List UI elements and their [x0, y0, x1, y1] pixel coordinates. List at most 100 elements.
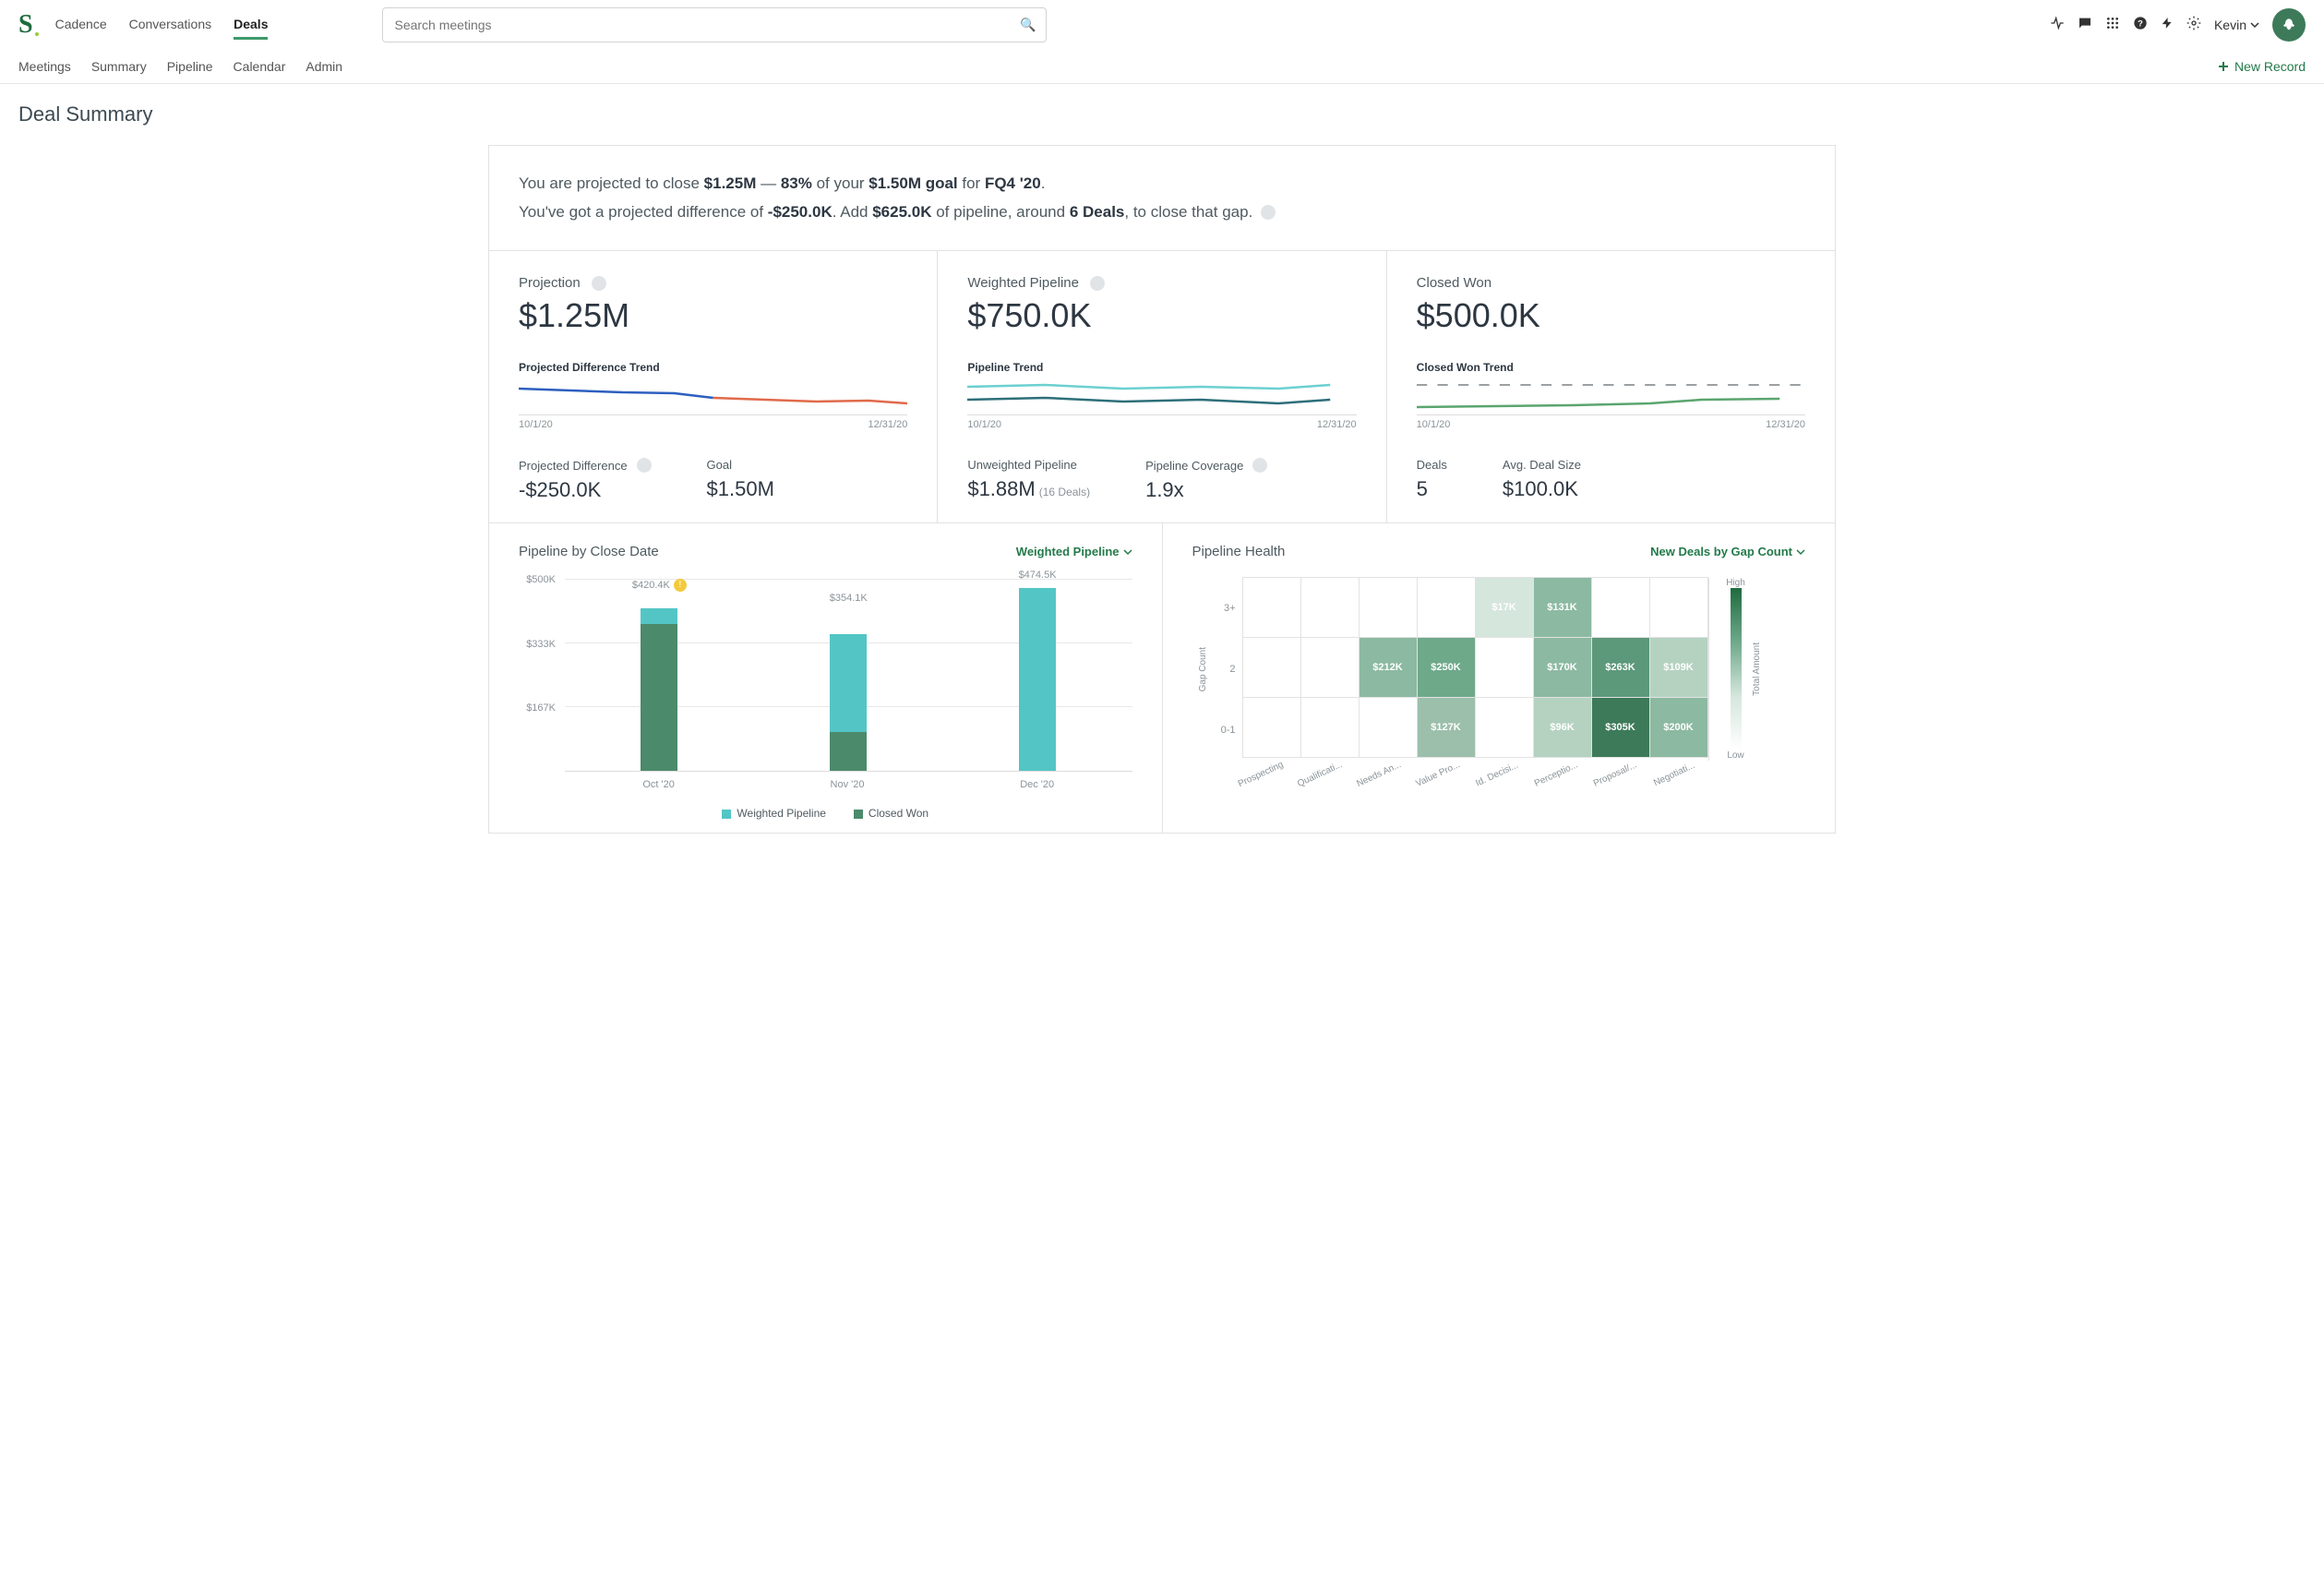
heat-cell[interactable]: $127K — [1417, 697, 1476, 758]
subnav: Meetings Summary Pipeline Calendar Admin… — [0, 50, 2324, 84]
warning-icon[interactable]: ! — [674, 579, 687, 592]
sub-metric: Projected Difference -$250.0K — [519, 458, 652, 502]
top-tabs: Cadence Conversations Deals — [55, 11, 269, 40]
card-value: $1.25M — [519, 296, 907, 335]
heat-cell[interactable]: $263K — [1591, 637, 1650, 698]
heat-cell[interactable] — [1300, 577, 1360, 638]
panel-title: Pipeline Health — [1192, 544, 1286, 559]
rocket-icon — [2282, 18, 2296, 32]
help-icon[interactable]: ? — [2133, 16, 2148, 35]
sub-label: Projected Difference — [519, 458, 652, 473]
chat-icon[interactable] — [2078, 16, 2092, 35]
new-record-button[interactable]: New Record — [2218, 59, 2306, 74]
bar-weighted — [830, 634, 867, 732]
bar-closed — [830, 732, 867, 771]
heat-cell[interactable]: $212K — [1359, 637, 1418, 698]
heat-cell[interactable] — [1242, 697, 1301, 758]
panel-pipeline-close: Pipeline by Close Date Weighted Pipeline… — [489, 523, 1163, 833]
page: Deal Summary You are projected to close … — [0, 84, 2324, 870]
page-title: Deal Summary — [18, 102, 2306, 126]
subnav-calendar[interactable]: Calendar — [234, 59, 286, 74]
trend-label: Closed Won Trend — [1417, 361, 1805, 374]
subnav-pipeline[interactable]: Pipeline — [167, 59, 213, 74]
info-icon[interactable] — [1261, 205, 1276, 220]
heat-cell[interactable] — [1475, 637, 1534, 698]
subnav-admin[interactable]: Admin — [305, 59, 342, 74]
info-icon[interactable] — [1090, 276, 1105, 291]
sub-label: Unweighted Pipeline — [967, 458, 1090, 472]
heat-cell[interactable] — [1359, 697, 1418, 758]
card-label: Projection — [519, 275, 907, 291]
bar-closed — [641, 624, 677, 771]
heat-cell[interactable]: $17K — [1475, 577, 1534, 638]
chevron-down-icon — [2250, 20, 2259, 30]
metric-card: Weighted Pipeline $750.0K Pipeline Trend… — [938, 251, 1386, 522]
heat-cell[interactable] — [1242, 577, 1301, 638]
heat-cell[interactable]: $170K — [1533, 637, 1592, 698]
user-menu[interactable]: Kevin — [2214, 18, 2259, 32]
logo[interactable]: S — [18, 10, 33, 40]
heat-cell[interactable] — [1649, 577, 1708, 638]
bar-weighted — [1019, 588, 1056, 771]
bar-chart: $167K $333K $500K $420.4K ! $354.1K — [519, 578, 1132, 799]
bar-column[interactable]: $354.1K — [821, 578, 876, 771]
search-icon[interactable]: 🔍 — [1020, 18, 1036, 33]
search-box: 🔍 — [382, 7, 1047, 42]
info-icon[interactable] — [592, 276, 606, 291]
weighted-pipeline-dropdown[interactable]: Weighted Pipeline — [1016, 545, 1132, 558]
heat-cell[interactable]: $109K — [1649, 637, 1708, 698]
heat-cell[interactable]: $250K — [1417, 637, 1476, 698]
heat-cell[interactable]: $200K — [1649, 697, 1708, 758]
activity-icon[interactable] — [2050, 16, 2065, 35]
sub-metric: Deals 5 — [1417, 458, 1447, 501]
sub-metric: Goal $1.50M — [707, 458, 774, 502]
metric-cards-row: Projection $1.25M Projected Difference T… — [489, 251, 1835, 523]
subnav-summary[interactable]: Summary — [91, 59, 147, 74]
search-input[interactable] — [382, 7, 1047, 42]
tab-deals[interactable]: Deals — [234, 11, 268, 40]
heat-y-tick: 3+ — [1208, 578, 1236, 639]
card-label: Weighted Pipeline — [967, 275, 1356, 291]
chart-panels-row: Pipeline by Close Date Weighted Pipeline… — [489, 523, 1835, 833]
gear-icon[interactable] — [2186, 16, 2201, 35]
heat-cell[interactable] — [1591, 577, 1650, 638]
sub-value: $1.88M(16 Deals) — [967, 477, 1090, 501]
heat-cell[interactable] — [1300, 697, 1360, 758]
info-icon[interactable] — [637, 458, 652, 473]
plus-icon — [2218, 61, 2229, 72]
bar-column[interactable]: $420.4K ! — [631, 578, 687, 771]
summary-container: You are projected to close $1.25M — 83% … — [488, 145, 1836, 834]
bolt-icon[interactable] — [2161, 16, 2174, 35]
bar-column[interactable]: $474.5K — [1010, 578, 1065, 771]
tab-conversations[interactable]: Conversations — [129, 11, 212, 40]
sparkline — [519, 379, 907, 413]
heat-cell[interactable] — [1242, 637, 1301, 698]
heat-cell[interactable] — [1475, 697, 1534, 758]
sub-label: Deals — [1417, 458, 1447, 472]
sub-label: Avg. Deal Size — [1503, 458, 1581, 472]
forecast-message: You are projected to close $1.25M — 83% … — [489, 146, 1835, 251]
bar-label: $420.4K ! — [632, 561, 687, 608]
gap-count-dropdown[interactable]: New Deals by Gap Count — [1650, 545, 1805, 558]
card-value: $750.0K — [967, 296, 1356, 335]
heat-cell[interactable]: $131K — [1533, 577, 1592, 638]
heat-cell[interactable] — [1300, 637, 1360, 698]
info-icon[interactable] — [1252, 458, 1267, 473]
bar-label: $354.1K — [830, 561, 868, 634]
tab-cadence[interactable]: Cadence — [55, 11, 107, 40]
bar-weighted — [641, 608, 677, 624]
chevron-down-icon — [1796, 547, 1805, 557]
heat-cell[interactable]: $305K — [1591, 697, 1650, 758]
sparkline — [1417, 379, 1805, 413]
topbar-right: ? Kevin — [2050, 8, 2306, 42]
heat-cell[interactable] — [1417, 577, 1476, 638]
x-tick: Nov '20 — [831, 779, 865, 790]
avatar[interactable] — [2272, 8, 2306, 42]
heat-cell[interactable]: $96K — [1533, 697, 1592, 758]
new-record-label: New Record — [2234, 59, 2306, 74]
apps-icon[interactable] — [2105, 16, 2120, 35]
sub-value: -$250.0K — [519, 478, 652, 502]
sub-value: $100.0K — [1503, 477, 1581, 501]
heat-cell[interactable] — [1359, 577, 1418, 638]
subnav-meetings[interactable]: Meetings — [18, 59, 71, 74]
